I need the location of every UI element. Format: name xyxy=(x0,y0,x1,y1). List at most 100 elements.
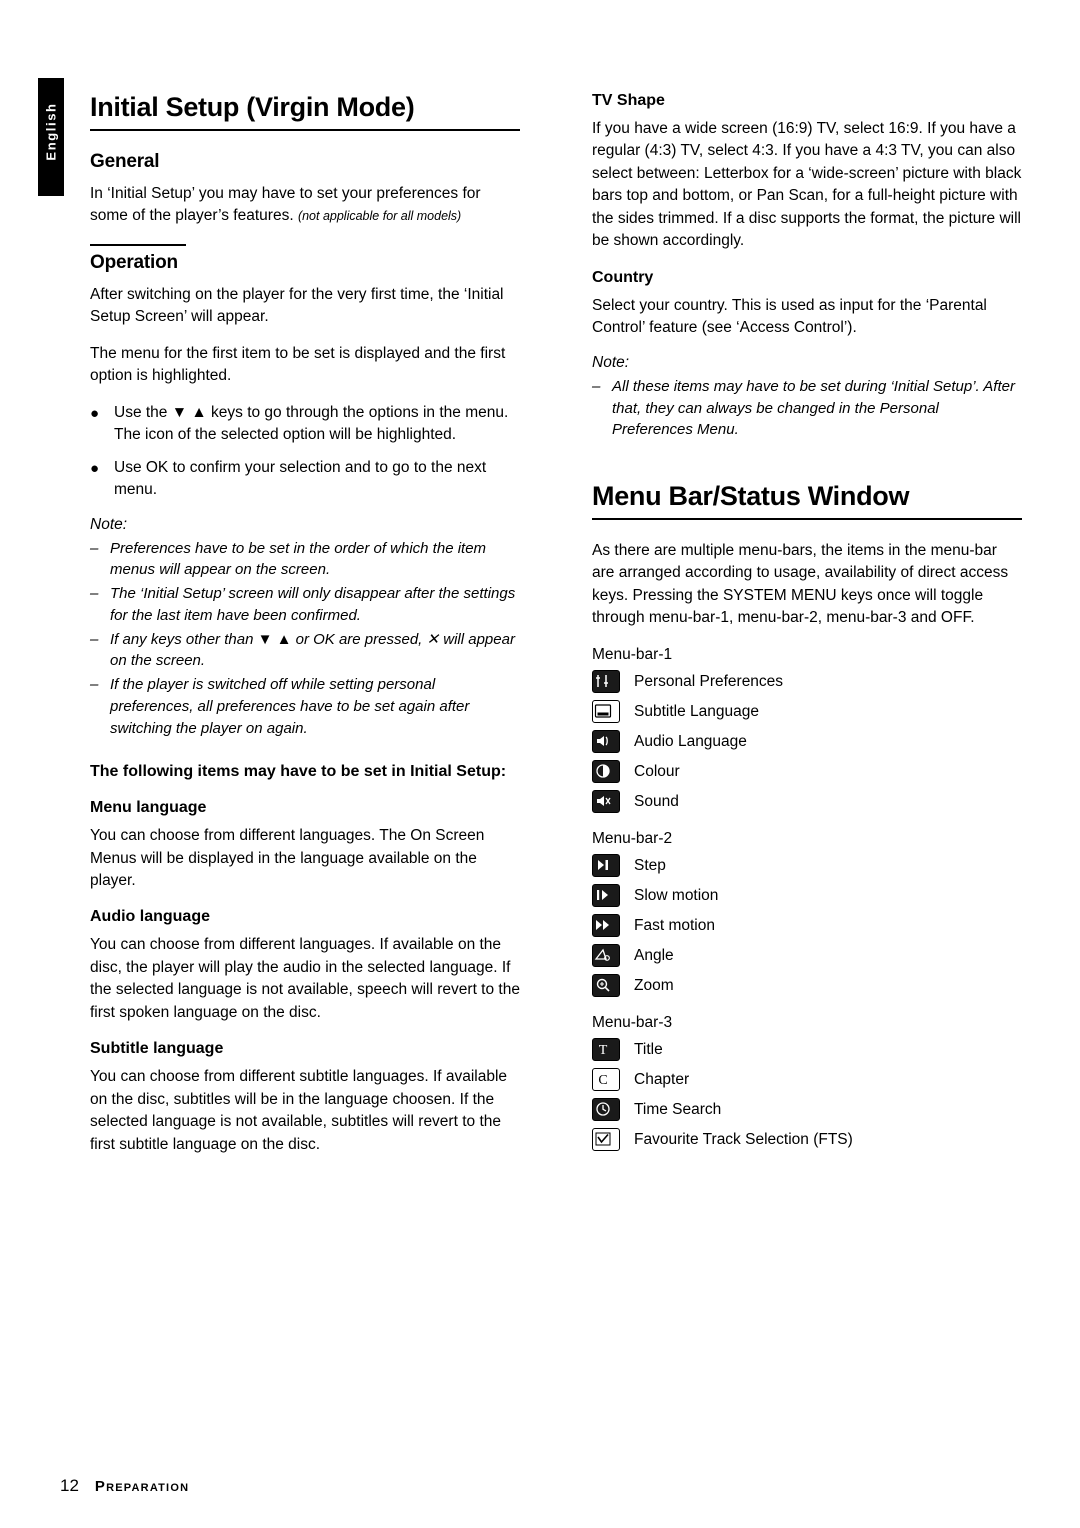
note-item: – The ‘Initial Setup’ screen will only d… xyxy=(90,583,520,627)
document-page: English Initial Setup (Virgin Mode) Gene… xyxy=(0,0,1080,1528)
list-item: C Chapter xyxy=(592,1068,1022,1092)
fts-icon xyxy=(592,1128,620,1152)
bullet-dot-icon: ● xyxy=(90,404,100,422)
title-divider xyxy=(90,129,520,131)
bullet-text: Use the ▼ ▲ keys to go through the optio… xyxy=(114,403,509,444)
note-text: Preferences have to be set in the order … xyxy=(110,539,487,579)
menu-bar-intro: As there are multiple menu-bars, the ite… xyxy=(592,542,1009,627)
list-item: Zoom xyxy=(592,974,1022,998)
note-text: All these items may have to be set durin… xyxy=(612,377,1015,439)
personal-preferences-icon xyxy=(592,670,620,694)
menu-item-label: Personal Preferences xyxy=(634,673,784,691)
bullet-text: Use OK to confirm your selection and to … xyxy=(114,458,487,499)
page-number: 12 xyxy=(60,1476,79,1495)
operation-divider xyxy=(90,243,186,246)
menu-item-label: Zoom xyxy=(634,977,674,995)
subtitle-language-icon xyxy=(592,700,620,724)
list-item: Slow motion xyxy=(592,884,1022,908)
svg-text:T: T xyxy=(599,1043,608,1058)
note-dash: – xyxy=(90,539,99,557)
colour-icon xyxy=(592,760,620,784)
note-item: – If any keys other than ▼ ▲ or OK are p… xyxy=(90,629,520,673)
note-text: The ‘Initial Setup’ screen will only dis… xyxy=(110,585,516,624)
note-dash: – xyxy=(90,676,99,694)
list-item: Step xyxy=(592,854,1022,878)
heading-tv-shape: TV Shape xyxy=(592,92,665,109)
note-label: Note: xyxy=(90,515,128,533)
list-item: Audio Language xyxy=(592,730,1022,754)
menu-item-label: Time Search xyxy=(634,1101,722,1119)
menu-item-label: Fast motion xyxy=(634,917,715,935)
list-item: Subtitle Language xyxy=(592,700,1022,724)
menu-bar-1-label: Menu-bar-1 xyxy=(592,645,673,663)
sound-icon xyxy=(592,790,620,814)
menu-item-label: Subtitle Language xyxy=(634,703,759,721)
page-title: Initial Setup (Virgin Mode) xyxy=(90,92,415,122)
note-text: If any keys other than ▼ ▲ or OK are pre… xyxy=(110,630,515,670)
list-item: Favourite Track Selection (FTS) xyxy=(592,1128,1022,1152)
language-tab: English xyxy=(38,78,64,196)
svg-text:C: C xyxy=(598,1073,607,1088)
menu-item-label: Slow motion xyxy=(634,887,719,905)
note-item: – If the player is switched off while se… xyxy=(90,674,520,739)
operation-paragraph-2: The menu for the first item to be set is… xyxy=(90,344,506,385)
list-item: T Title xyxy=(592,1038,1022,1062)
footer-section-label: Preparation xyxy=(94,1478,190,1495)
note-label: Note: xyxy=(592,353,630,371)
operation-paragraph-1: After switching on the player for the ve… xyxy=(90,285,504,326)
items-intro-heading: The following items may have to be set i… xyxy=(90,763,507,781)
menu-item-label: Colour xyxy=(634,763,680,781)
list-item: Angle xyxy=(592,944,1022,968)
list-item: Sound xyxy=(592,790,1022,814)
zoom-icon xyxy=(592,974,620,998)
bullet-dot-icon: ● xyxy=(90,459,100,477)
menu-item-label: Favourite Track Selection (FTS) xyxy=(634,1131,853,1149)
section-title-menu-bar: Menu Bar/Status Window xyxy=(592,481,910,511)
note-item: – Preferences have to be set in the orde… xyxy=(90,538,520,582)
heading-operation: Operation xyxy=(90,251,178,273)
general-paragraph: In ‘Initial Setup’ you may have to set y… xyxy=(90,183,520,228)
right-column: TV Shape If you have a wide screen (16:9… xyxy=(592,92,1022,1158)
heading-menu-language: Menu language xyxy=(90,799,207,817)
note-dash: – xyxy=(90,585,99,603)
tv-shape-body: If you have a wide screen (16:9) TV, sel… xyxy=(592,120,1022,250)
angle-icon xyxy=(592,944,620,968)
heading-audio-language: Audio language xyxy=(90,908,210,926)
note-dash: – xyxy=(592,377,601,395)
step-icon xyxy=(592,854,620,878)
list-item: Personal Preferences xyxy=(592,670,1022,694)
list-item: ● Use OK to confirm your selection and t… xyxy=(90,457,520,502)
heading-general: General xyxy=(90,151,160,172)
list-item: Time Search xyxy=(592,1098,1022,1122)
menu-item-label: Step xyxy=(634,857,666,875)
menu-item-label: Angle xyxy=(634,947,674,965)
list-item: ● Use the ▼ ▲ keys to go through the opt… xyxy=(90,402,520,447)
heading-country: Country xyxy=(592,268,654,286)
audio-language-body: You can choose from different languages.… xyxy=(90,936,520,1021)
heading-subtitle-language: Subtitle language xyxy=(90,1040,224,1058)
left-column: Initial Setup (Virgin Mode) General In ‘… xyxy=(90,92,520,1170)
time-search-icon xyxy=(592,1098,620,1122)
list-item: Colour xyxy=(592,760,1022,784)
slow-motion-icon xyxy=(592,884,620,908)
note-dash: – xyxy=(90,630,99,648)
list-item: Fast motion xyxy=(592,914,1022,938)
menu-item-label: Chapter xyxy=(634,1071,690,1089)
menu-bar-divider xyxy=(592,518,1022,520)
menu-bar-3-label: Menu-bar-3 xyxy=(592,1013,673,1031)
chapter-icon: C xyxy=(592,1068,620,1092)
note-text: If the player is switched off while sett… xyxy=(110,676,470,737)
audio-language-icon xyxy=(592,730,620,754)
subtitle-language-body: You can choose from different subtitle l… xyxy=(90,1068,508,1153)
menu-item-label: Sound xyxy=(634,793,679,811)
country-body: Select your country. This is used as inp… xyxy=(592,296,987,337)
title-icon: T xyxy=(592,1038,620,1062)
fast-motion-icon xyxy=(592,914,620,938)
menu-item-label: Title xyxy=(634,1041,663,1059)
note-item: – All these items may have to be set dur… xyxy=(592,376,1022,441)
menu-language-body: You can choose from different languages.… xyxy=(90,827,485,889)
general-note-inline: (not applicable for all models) xyxy=(297,209,462,224)
page-footer: 12 Preparation xyxy=(60,1476,189,1496)
language-tab-label: English xyxy=(43,102,59,161)
menu-bar-2-label: Menu-bar-2 xyxy=(592,829,673,847)
